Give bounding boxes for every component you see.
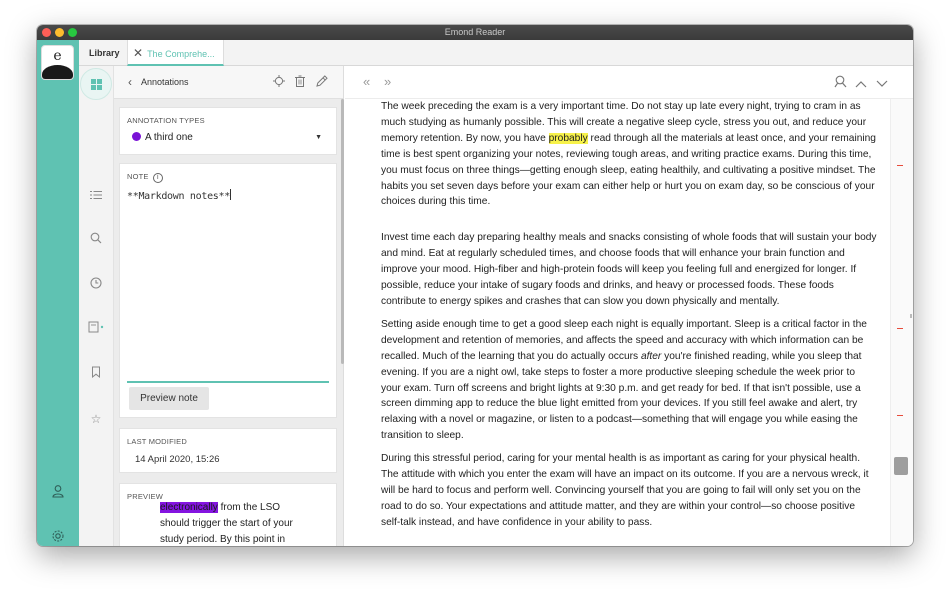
history-clock-icon[interactable] [87,276,105,294]
annotation-marker[interactable] [897,165,903,166]
window-title: Emond Reader [444,27,506,37]
annotation-type-value: A third one [145,132,193,143]
annotation-color-dot [132,132,141,141]
note-editor-underline [127,381,329,383]
user-icon[interactable] [49,484,67,502]
tool-sidebar: ☆ [79,66,114,546]
annotation-panel: ‹ Annotations ANNOTATION TYPES A third o… [114,66,344,546]
scrollbar-tick [910,314,912,318]
reader-text: The week preceding the exam is a very im… [381,99,877,538]
note-editor[interactable]: **Markdown notes** [127,189,231,202]
last-modified-card: LAST MODIFIED 14 April 2020, 15:26 [119,428,337,473]
note-value: **Markdown notes** [127,191,230,202]
annotation-marker[interactable] [897,328,903,329]
close-window-button[interactable] [42,28,51,37]
note-label-row: NOTE i [127,172,163,183]
annotation-types-card: ANNOTATION TYPES A third one ▼ [119,107,337,155]
tab-document-label: The Comprehe... [147,49,215,59]
preview-highlight: electronically [160,502,218,513]
next-page-icon[interactable]: » [384,74,391,89]
logo-wave [42,65,73,79]
reader-content[interactable]: The week preceding the exam is a very im… [345,99,890,546]
table-of-contents-icon[interactable] [87,187,105,205]
annotations-grid-button[interactable] [80,68,112,100]
panel-scrollbar[interactable] [341,99,344,364]
annotation-marker[interactable] [897,415,903,416]
panel-header: ‹ Annotations [114,66,343,99]
logo-letter: e [53,48,62,64]
panel-title: Annotations [141,77,189,87]
pencil-edit-icon[interactable] [316,75,328,90]
chevron-down-icon[interactable] [876,76,888,91]
back-chevron-icon[interactable]: ‹ [128,75,132,89]
paragraph-4: During this stressful period, caring for… [381,453,869,528]
annotation-type-select[interactable]: A third one ▼ [127,128,330,148]
tab-strip: Library ✕ The Comprehe... [79,40,913,66]
dropdown-caret-icon: ▼ [315,134,322,141]
paragraph-1-text-b: read through all the materials at least … [381,132,876,208]
annotation-types-label: ANNOTATION TYPES [127,116,205,125]
chevron-up-icon[interactable] [855,76,867,91]
find-in-text-icon[interactable] [834,75,847,91]
paragraph-3: Setting aside enough time to get a good … [381,317,877,444]
reader-toolbar: « » [345,66,913,99]
annotation-gutter [890,99,913,546]
previous-page-icon[interactable]: « [363,74,370,89]
app-bar: e [37,40,79,546]
last-modified-value: 14 April 2020, 15:26 [135,454,220,465]
star-favorite-icon[interactable]: ☆ [87,410,105,428]
title-bar: Emond Reader [37,25,913,40]
app-window: Emond Reader e Library ✕ The Comprehe... [37,25,913,546]
paragraph-3-text-b: you're finished reading, while you sleep… [381,350,862,442]
note-label: NOTE [127,172,149,181]
preview-note-button[interactable]: Preview note [129,387,209,410]
info-icon[interactable]: i [152,173,163,183]
bookmark-icon[interactable] [87,365,105,383]
preview-text: electronically from the LSO should trigg… [160,500,315,546]
preview-line-3: study period. By this point in [160,534,286,545]
last-modified-label: LAST MODIFIED [127,437,187,446]
preview-label: PREVIEW [127,492,163,501]
tab-library[interactable]: Library [83,40,126,66]
tab-document[interactable]: ✕ The Comprehe... [127,40,224,66]
search-icon[interactable] [87,231,105,249]
grid-icon [91,79,102,90]
app-logo[interactable]: e [41,45,74,80]
paragraph-3-italic: after [640,350,662,362]
text-cursor [229,189,231,200]
trash-delete-icon[interactable] [295,75,305,90]
yellow-highlight[interactable]: probably [548,132,588,144]
maximize-window-button[interactable] [68,28,77,37]
preview-line-2: should trigger the start of your [160,518,293,529]
close-tab-icon[interactable]: ✕ [133,46,143,60]
paragraph-1: The week preceding the exam is a very im… [381,99,877,210]
minimize-window-button[interactable] [55,28,64,37]
scrollbar-thumb[interactable] [894,457,908,475]
settings-gear-icon[interactable] [49,529,67,546]
preview-line-1: from the LSO [217,502,281,513]
note-card: NOTE i **Markdown notes** Preview note [119,163,337,418]
notes-document-icon[interactable] [87,320,105,338]
locate-crosshair-icon[interactable] [273,75,285,90]
preview-card: PREVIEW electronically from the LSO shou… [119,483,337,546]
paragraph-2: Invest time each day preparing healthy m… [381,232,877,307]
